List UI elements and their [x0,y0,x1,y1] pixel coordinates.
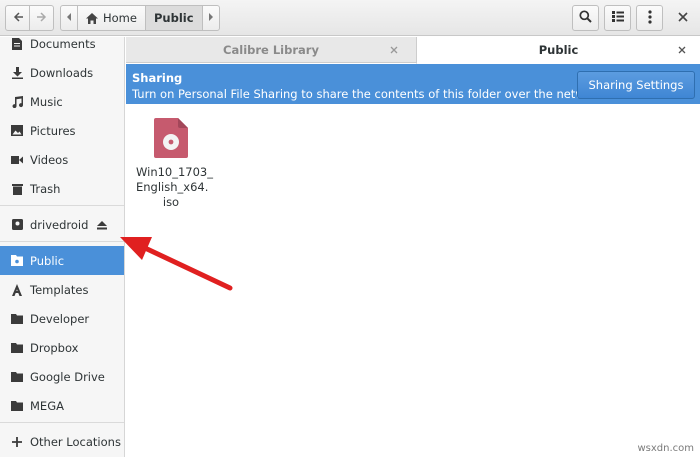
watermark: wsxdn.com [637,443,694,454]
annotation-arrow [120,237,233,291]
